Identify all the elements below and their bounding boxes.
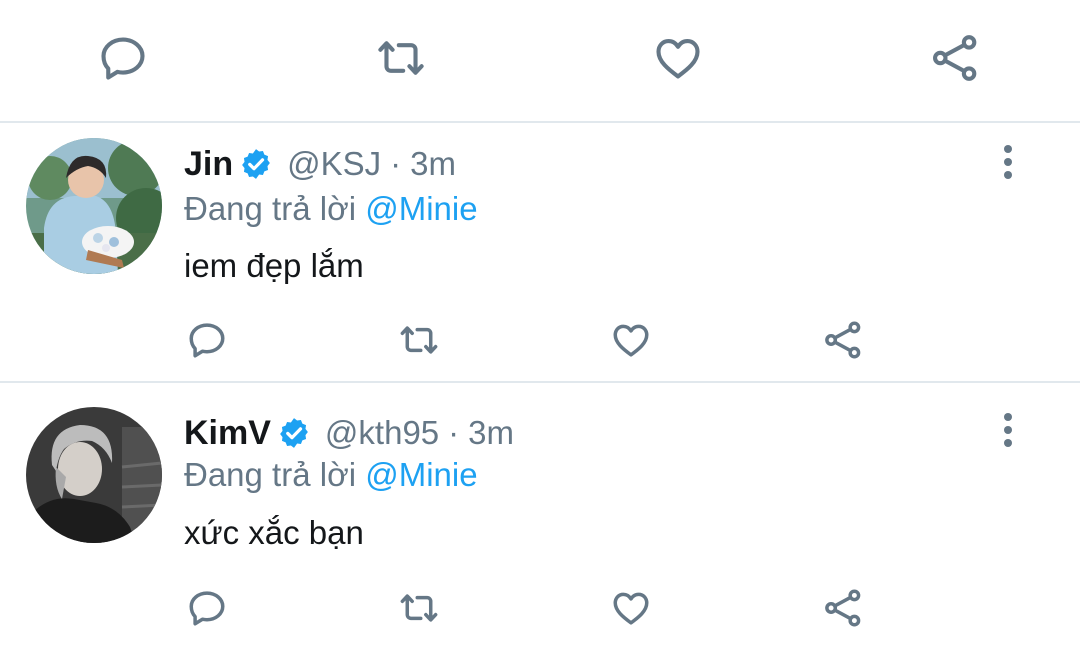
mention-link[interactable]: @Minie (365, 190, 477, 227)
like-button[interactable] (652, 32, 704, 84)
timestamp[interactable]: 3m (410, 145, 456, 183)
replying-to-label: Đang trả lời (184, 190, 357, 227)
avatar[interactable] (26, 138, 162, 274)
share-button[interactable] (929, 32, 981, 84)
more-vertical-icon (1004, 145, 1012, 179)
timestamp[interactable]: 3m (468, 414, 514, 452)
reply-text: xức xắc bạn (184, 514, 364, 551)
more-vertical-icon (1004, 413, 1012, 447)
replying-to-line: Đang trả lời @Minie (184, 456, 478, 494)
mention-link[interactable]: @Minie (365, 456, 477, 493)
like-icon (613, 324, 649, 357)
verified-badge-icon (242, 149, 271, 179)
reply-text: iem đẹp lắm (184, 247, 364, 284)
separator-dot: · (448, 414, 460, 451)
reply-header: KimV @kth95 · 3m (184, 410, 514, 456)
reply-button[interactable] (185, 586, 229, 630)
reply-header: Jin @KSJ · 3m (184, 141, 456, 187)
more-options-button[interactable] (990, 140, 1026, 184)
reply-tweet[interactable]: KimV @kth95 · 3m Đang trả lời @Minie xức… (0, 383, 1080, 650)
like-button[interactable] (609, 318, 653, 362)
share-icon (933, 35, 977, 81)
share-button[interactable] (821, 318, 865, 362)
reply-icon (189, 323, 225, 358)
reply-button[interactable] (185, 318, 229, 362)
verified-badge-icon (280, 418, 308, 448)
reply-tweet[interactable]: Jin @KSJ · 3m Đang trả lời @Minie iem đẹ… (0, 123, 1080, 381)
reply-icon (189, 591, 225, 626)
retweet-icon (400, 326, 438, 354)
like-icon (656, 39, 700, 79)
display-name[interactable]: KimV (184, 414, 271, 453)
like-button[interactable] (609, 586, 653, 630)
avatar[interactable] (26, 407, 162, 543)
replying-to-line: Đang trả lời @Minie (184, 190, 478, 228)
retweet-icon (378, 41, 424, 75)
tweet-action-bar (0, 0, 1080, 122)
separator-dot: · (390, 145, 402, 182)
reply-button[interactable] (97, 32, 149, 84)
user-handle[interactable]: @KSJ (287, 145, 381, 183)
more-options-button[interactable] (990, 408, 1026, 452)
user-handle[interactable]: @kth95 (325, 414, 439, 452)
avatar-photo-jin (26, 138, 162, 274)
like-icon (613, 592, 649, 625)
reply-icon (101, 37, 145, 80)
retweet-button[interactable] (397, 318, 441, 362)
display-name[interactable]: Jin (184, 145, 233, 184)
replying-to-label: Đang trả lời (184, 456, 357, 493)
share-button[interactable] (821, 586, 865, 630)
retweet-button[interactable] (375, 32, 427, 84)
share-icon (825, 321, 861, 359)
retweet-button[interactable] (397, 586, 441, 630)
avatar-photo-kimv (26, 407, 162, 543)
retweet-icon (400, 594, 438, 622)
share-icon (825, 589, 861, 627)
